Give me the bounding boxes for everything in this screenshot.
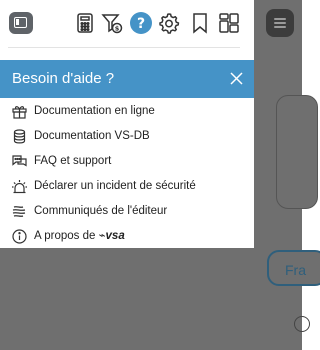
- sidebar-toggle-button[interactable]: [9, 12, 33, 34]
- help-item-label: Déclarer un incident de sécurité: [34, 180, 196, 192]
- help-icon[interactable]: ?: [129, 11, 153, 35]
- help-item-security-incident[interactable]: Déclarer un incident de sécurité: [0, 174, 254, 199]
- calculator-icon[interactable]: [73, 11, 97, 35]
- alarm-light-icon: [11, 178, 28, 195]
- help-panel-title: Besoin d'aide ?: [12, 70, 115, 87]
- background-pill: Fra: [267, 250, 320, 286]
- background-pill-text: Fra: [285, 262, 306, 278]
- vsa-logo: ⌁vsa: [98, 230, 125, 242]
- bookmark-icon[interactable]: [188, 11, 212, 35]
- help-item-faq-support[interactable]: FAQ et support: [0, 149, 254, 174]
- help-item-label: Documentation en ligne: [34, 105, 155, 117]
- wind-icon: [11, 203, 28, 220]
- svg-text:?: ?: [137, 16, 145, 32]
- background-radio: [294, 316, 310, 332]
- info-icon: [11, 228, 28, 245]
- svg-text:$: $: [115, 25, 120, 33]
- close-icon[interactable]: [229, 71, 244, 86]
- database-icon: [11, 128, 28, 145]
- help-item-publisher-news[interactable]: Communiqués de l'éditeur: [0, 199, 254, 224]
- background-menu-button: [266, 9, 294, 37]
- gear-icon[interactable]: [157, 11, 181, 35]
- help-item-vsdb-docs[interactable]: Documentation VS-DB: [0, 124, 254, 149]
- help-item-label: Documentation VS-DB: [34, 130, 150, 142]
- chat-bubbles-icon: [11, 153, 28, 170]
- dashboard-icon[interactable]: [217, 11, 241, 35]
- gift-box-icon: [11, 103, 28, 120]
- help-item-label: A propos de: [34, 230, 96, 242]
- top-toolbar: $ ?: [0, 0, 254, 60]
- sidebar-toggle-icon: [14, 17, 27, 28]
- filter-dollar-icon[interactable]: $: [100, 11, 124, 35]
- help-item-label: Communiqués de l'éditeur: [34, 205, 168, 217]
- help-item-label: FAQ et support: [34, 155, 112, 167]
- help-item-about[interactable]: A propos de ⌁vsa: [0, 224, 254, 249]
- help-item-label-container: A propos de ⌁vsa: [34, 229, 125, 243]
- help-menu: Documentation en ligne Documentation VS-…: [0, 98, 254, 248]
- help-item-online-docs[interactable]: Documentation en ligne: [0, 99, 254, 124]
- help-panel-header: Besoin d'aide ?: [0, 60, 254, 98]
- background-card: [276, 95, 318, 209]
- toolbar-divider: [8, 47, 240, 48]
